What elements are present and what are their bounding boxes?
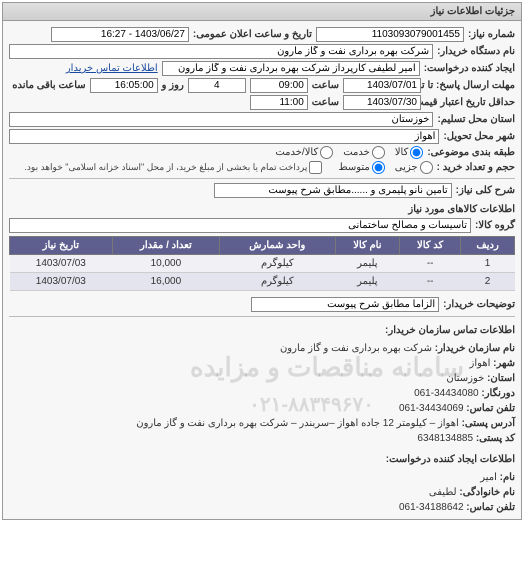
telefon-val: 34434069-061 xyxy=(399,403,464,414)
check-asnad[interactable] xyxy=(309,161,322,174)
radio-khedmat-label: خدمت xyxy=(343,147,370,158)
radio-kala-khedmat[interactable] xyxy=(320,146,333,159)
telefon2-val: 34188642-061 xyxy=(399,502,464,513)
etebar-time-input[interactable] xyxy=(250,95,308,110)
nam-sazman-val: شرکت بهره برداری نفت و گاز مارون xyxy=(280,343,432,354)
tabaghe-label: طبقه بندی موضوعی: xyxy=(427,147,515,158)
shahr-label: شهر محل تحویل: xyxy=(443,131,515,142)
saat-label-2: ساعت xyxy=(312,97,339,108)
cell-name: پلیمر xyxy=(335,273,400,291)
cell-unit: کیلوگرم xyxy=(220,273,335,291)
cell-code: -- xyxy=(400,255,461,273)
th-unit: واحد شمارش xyxy=(220,237,335,255)
gorooh-label: گروه کالا: xyxy=(475,220,515,231)
cell-date: 1403/07/03 xyxy=(10,255,113,273)
ostan-label: استان محل تسلیم: xyxy=(437,114,515,125)
nam-sazman-label: نام سازمان خریدار: xyxy=(435,343,515,354)
kodposti-label: کد پستی: xyxy=(476,433,515,444)
separator-2 xyxy=(9,316,515,317)
shahr2-val: اهواز xyxy=(470,358,491,369)
ijadkonande-input[interactable] xyxy=(162,61,420,76)
famili-label: نام خانوادگی: xyxy=(459,487,515,498)
details-panel: جزئیات اطلاعات نیاز شماره نیاز: تاریخ و … xyxy=(2,2,522,520)
tarikh-elan-label: تاریخ و ساعت اعلان عمومی: xyxy=(193,29,312,40)
radio-kala-label: کالا xyxy=(395,147,409,158)
nam-dastgah-label: نام دستگاه خریدار: xyxy=(437,46,515,57)
cell-qty: 10,000 xyxy=(112,255,219,273)
radio-kala-khedmat-label: کالا/خدمت xyxy=(275,147,318,158)
mohlat-time-input[interactable] xyxy=(250,78,308,93)
etelaat-kalaha-title: اطلاعات کالاهای مورد نیاز xyxy=(9,204,515,215)
table-row: 1 -- پلیمر کیلوگرم 10,000 1403/07/03 xyxy=(10,255,515,273)
ijadkonande-label: ایجاد کننده درخواست: xyxy=(424,63,515,74)
hajm-label: حجم و تعداد خرید : xyxy=(437,162,515,173)
radio-motevaset[interactable] xyxy=(372,161,385,174)
rooz-input[interactable] xyxy=(188,78,246,93)
nam-label: نام: xyxy=(500,472,515,483)
saat-baghi-input[interactable] xyxy=(90,78,158,93)
cell-name: پلیمر xyxy=(335,255,400,273)
radio-jozee-label: جزیی xyxy=(395,162,418,173)
tozihat-label: توضیحات خریدار: xyxy=(443,299,515,310)
mohlat-date-input[interactable] xyxy=(343,78,421,93)
check-note: پرداخت تمام یا بخشی از مبلغ خرید، از محل… xyxy=(24,162,307,173)
sharh-koli-label: شرح کلی نیاز: xyxy=(456,185,515,196)
th-code: کد کالا xyxy=(400,237,461,255)
ostan-input[interactable] xyxy=(9,112,433,127)
table-row: 2 -- پلیمر کیلوگرم 16,000 1403/07/03 xyxy=(10,273,515,291)
radio-motevaset-label: متوسط xyxy=(338,162,369,173)
separator-1 xyxy=(9,178,515,179)
shomare-niaz-input[interactable] xyxy=(316,27,464,42)
dorfax-val: 34434080-061 xyxy=(414,388,479,399)
th-name: نام کالا xyxy=(335,237,400,255)
adres-label: آدرس پستی: xyxy=(462,418,515,429)
cell-radif: 2 xyxy=(461,273,515,291)
th-qty: تعداد / مقدار xyxy=(112,237,219,255)
cell-code: -- xyxy=(400,273,461,291)
etebar-date-input[interactable] xyxy=(343,95,421,110)
saat-label-1: ساعت xyxy=(312,80,339,91)
shomare-niaz-label: شماره نیاز: xyxy=(468,29,515,40)
tamas-sazman-title: اطلاعات تماس سازمان خریدار: xyxy=(9,323,515,338)
etelaat-ijad-title: اطلاعات ایجاد کننده درخواست: xyxy=(9,452,515,467)
th-radif: ردیف xyxy=(461,237,515,255)
rooz-label: روز و xyxy=(162,80,184,91)
cell-unit: کیلوگرم xyxy=(220,255,335,273)
radio-jozee[interactable] xyxy=(420,161,433,174)
ostan2-label: استان: xyxy=(487,373,515,384)
nam-val: امیر xyxy=(480,472,497,483)
telefon-label: تلفن تماس: xyxy=(466,403,515,414)
dorfax-label: دورنگار: xyxy=(481,388,515,399)
sharh-koli-input[interactable] xyxy=(214,183,452,198)
th-date: تاریخ نیاز xyxy=(10,237,113,255)
radio-kala[interactable] xyxy=(410,146,423,159)
kodposti-val: 6348134885 xyxy=(417,433,473,444)
gorooh-input[interactable] xyxy=(9,218,471,233)
nam-dastgah-input[interactable] xyxy=(9,44,433,59)
mohlat-ta-label: مهلت ارسال پاسخ: تا تاریخ: xyxy=(425,80,515,91)
shahr-input[interactable] xyxy=(9,129,439,144)
cell-date: 1403/07/03 xyxy=(10,273,113,291)
cell-qty: 16,000 xyxy=(112,273,219,291)
telefon2-label: تلفن تماس: xyxy=(466,502,515,513)
saat-baghi-label: ساعت باقی مانده xyxy=(12,80,85,91)
adres-val: اهواز – کیلومتر 12 جاده اهواز –سربندر – … xyxy=(136,418,459,429)
tozihat-input[interactable] xyxy=(251,297,439,312)
radio-khedmat[interactable] xyxy=(372,146,385,159)
ostan2-val: خوزستان xyxy=(446,373,484,384)
table-header-row: ردیف کد کالا نام کالا واحد شمارش تعداد /… xyxy=(10,237,515,255)
cell-radif: 1 xyxy=(461,255,515,273)
tarikh-elan-input[interactable] xyxy=(51,27,189,42)
items-table: ردیف کد کالا نام کالا واحد شمارش تعداد /… xyxy=(9,236,515,291)
tamas-kharidar-link[interactable]: اطلاعات تماس خریدار xyxy=(66,63,158,74)
famili-val: لطیفی xyxy=(429,487,457,498)
panel-title: جزئیات اطلاعات نیاز xyxy=(3,3,521,21)
etebar-label: حداقل تاریخ اعتبار قیمت: تا تاریخ: xyxy=(425,97,515,108)
shahr2-label: شهر: xyxy=(493,358,515,369)
